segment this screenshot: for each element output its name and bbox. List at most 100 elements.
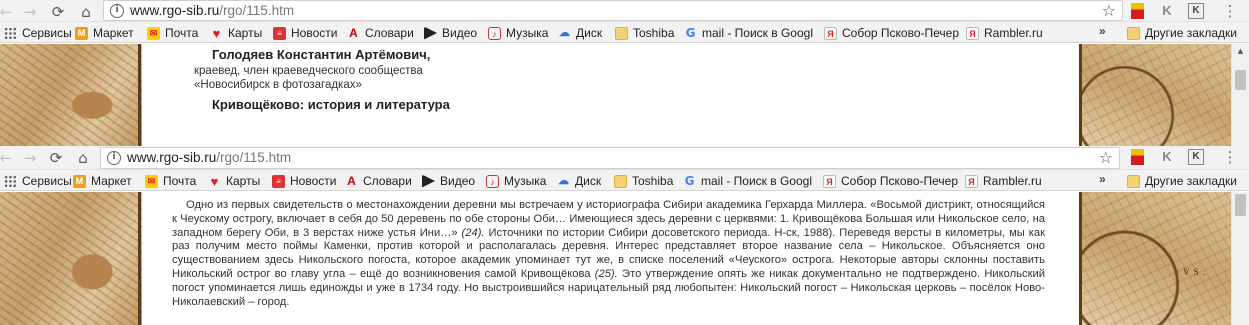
bookmark-disk[interactable]: ☁ Диск bbox=[558, 25, 602, 41]
music-icon: ♪ bbox=[488, 26, 501, 40]
footnote-ref[interactable]: (24). bbox=[462, 227, 485, 239]
news-icon: ≡ bbox=[273, 26, 286, 40]
url-text: www.rgo-sib.ru/rgo/115.htm bbox=[130, 3, 295, 18]
bookmark-market[interactable]: M Маркет bbox=[75, 25, 134, 41]
home-icon[interactable]: ⌂ bbox=[73, 148, 93, 168]
vertical-scrollbar[interactable] bbox=[1231, 192, 1249, 325]
bookmark-toshiba[interactable]: Toshiba bbox=[614, 173, 673, 189]
bookmark-services[interactable]: Сервисы bbox=[4, 25, 72, 41]
address-bar[interactable]: i www.rgo-sib.ru/rgo/115.htm ☆ bbox=[103, 0, 1123, 21]
folder-icon bbox=[615, 26, 628, 40]
flag-extension-icon[interactable] bbox=[1131, 149, 1144, 165]
author-organization: «Новосибирск в фотозагадках» bbox=[194, 79, 362, 91]
map-decoration-left bbox=[0, 192, 142, 325]
bookmark-market[interactable]: M Маркет bbox=[73, 173, 132, 189]
dictionary-icon: A bbox=[349, 25, 358, 40]
address-bar[interactable]: i www.rgo-sib.ru/rgo/115.htm ☆ bbox=[100, 147, 1120, 169]
bookmark-video[interactable]: Видео bbox=[422, 173, 475, 189]
k-box-extension-icon[interactable]: K bbox=[1188, 149, 1204, 165]
map-decoration-right bbox=[1079, 44, 1231, 146]
article-title: Кривощёково: история и литература bbox=[212, 97, 450, 112]
more-bookmarks-button[interactable]: » bbox=[1099, 172, 1106, 186]
forward-arrow-icon[interactable]: → bbox=[20, 148, 40, 168]
bookmark-star-icon[interactable]: ☆ bbox=[1099, 148, 1113, 167]
scroll-up-icon[interactable]: ▲ bbox=[1232, 44, 1249, 58]
bookmarks-bar: Сервисы M Маркет ✉ Почта ♥ Карты ≡ Новости A… bbox=[0, 22, 1249, 43]
bookmark-news[interactable]: ≡ Новости bbox=[273, 25, 337, 41]
bookmark-toshiba[interactable]: Toshiba bbox=[615, 25, 674, 41]
folder-icon bbox=[1127, 174, 1140, 188]
other-bookmarks[interactable]: Другие закладки bbox=[1127, 173, 1237, 189]
article-paragraph: Одно из первых свидетельств о местонахож… bbox=[172, 199, 1046, 308]
url-text: www.rgo-sib.ru/rgo/115.htm bbox=[127, 150, 292, 165]
footnote-ref[interactable]: (25). bbox=[595, 268, 618, 280]
map-decoration-right bbox=[1079, 192, 1231, 325]
bookmark-maps[interactable]: ♥ Карты bbox=[208, 173, 261, 189]
bookmark-video[interactable]: Видео bbox=[424, 25, 477, 41]
page-viewport: V S . Одно из первых свидетельств о мест… bbox=[0, 192, 1249, 325]
bookmark-star-icon[interactable]: ☆ bbox=[1102, 1, 1116, 20]
bookmark-music[interactable]: ♪ Музыка bbox=[488, 25, 548, 41]
author-role: краевед, член краеведческого сообщества bbox=[194, 65, 423, 77]
news-icon: ≡ bbox=[272, 174, 285, 188]
scroll-thumb[interactable] bbox=[1235, 194, 1246, 216]
browser-window-top: ← → ⟳ ⌂ i www.rgo-sib.ru/rgo/115.htm ☆ K… bbox=[0, 0, 1249, 146]
bookmark-services[interactable]: Сервисы bbox=[4, 173, 72, 189]
menu-icon[interactable]: ⋮ bbox=[1222, 3, 1238, 19]
google-icon: G bbox=[685, 25, 696, 40]
bookmark-mail[interactable]: ✉ Почта bbox=[147, 25, 198, 41]
folder-icon bbox=[614, 174, 627, 188]
bookmark-google-search[interactable]: Gmail - Поиск в Googl bbox=[684, 25, 813, 41]
bookmark-sobor[interactable]: Я Собор Псково-Печер bbox=[824, 25, 959, 41]
bookmark-music[interactable]: ♪ Музыка bbox=[486, 173, 546, 189]
bookmarks-bar: Сервисы M Маркет ✉ Почта ♥ Карты ≡ Новости A… bbox=[0, 170, 1249, 191]
back-arrow-icon[interactable]: ← bbox=[0, 148, 16, 168]
home-icon[interactable]: ⌂ bbox=[76, 2, 96, 22]
forward-arrow-icon[interactable]: → bbox=[20, 2, 40, 22]
flag-extension-icon[interactable] bbox=[1131, 3, 1144, 19]
reload-icon[interactable]: ⟳ bbox=[48, 2, 68, 22]
market-icon: M bbox=[73, 174, 86, 188]
disk-icon: ☁ bbox=[558, 174, 569, 187]
page-viewport: Голодяев Константин Артёмович, краевед, … bbox=[0, 44, 1249, 146]
map-label: V S . bbox=[1183, 267, 1207, 277]
disk-icon: ☁ bbox=[559, 26, 570, 39]
map-decoration-left bbox=[0, 44, 142, 146]
bookmark-news[interactable]: ≡ Новости bbox=[272, 173, 336, 189]
apps-grid-icon bbox=[4, 26, 17, 40]
mail-icon: ✉ bbox=[147, 26, 160, 40]
author-name: Голодяев Константин Артёмович, bbox=[212, 47, 431, 62]
bookmark-sobor[interactable]: Я Собор Псково-Печер bbox=[823, 173, 958, 189]
info-icon[interactable]: i bbox=[107, 151, 121, 165]
k-extension-icon[interactable]: K bbox=[1159, 149, 1175, 165]
bookmark-dictionaries[interactable]: A Словари bbox=[345, 173, 412, 189]
k-box-extension-icon[interactable]: K bbox=[1188, 3, 1204, 19]
market-icon: M bbox=[75, 26, 88, 40]
bookmark-mail[interactable]: ✉ Почта bbox=[145, 173, 196, 189]
info-icon[interactable]: i bbox=[110, 4, 124, 18]
more-bookmarks-button[interactable]: » bbox=[1099, 24, 1106, 38]
browser-window-bottom: ← → ⟳ ⌂ i www.rgo-sib.ru/rgo/115.htm ☆ K… bbox=[0, 146, 1249, 325]
yandex-icon: Я bbox=[966, 26, 979, 40]
reload-icon[interactable]: ⟳ bbox=[46, 148, 66, 168]
bookmark-dictionaries[interactable]: A Словари bbox=[347, 25, 414, 41]
yandex-icon: Я bbox=[824, 26, 837, 40]
video-icon bbox=[422, 174, 435, 188]
bookmark-rambler[interactable]: Я Rambler.ru bbox=[966, 25, 1043, 41]
bookmark-google-search[interactable]: Gmail - Поиск в Googl bbox=[683, 173, 812, 189]
vertical-scrollbar[interactable]: ▲ bbox=[1231, 44, 1249, 146]
back-arrow-icon[interactable]: ← bbox=[0, 2, 16, 22]
menu-icon[interactable]: ⋮ bbox=[1222, 149, 1238, 165]
other-bookmarks[interactable]: Другие закладки bbox=[1127, 25, 1237, 41]
divider bbox=[138, 192, 141, 325]
address-toolbar: ← → ⟳ ⌂ i www.rgo-sib.ru/rgo/115.htm ☆ K… bbox=[0, 0, 1249, 22]
music-icon: ♪ bbox=[486, 174, 499, 188]
article-header: Голодяев Константин Артёмович, краевед, … bbox=[150, 44, 1075, 146]
address-toolbar: ← → ⟳ ⌂ i www.rgo-sib.ru/rgo/115.htm ☆ K… bbox=[0, 146, 1249, 170]
bookmark-maps[interactable]: ♥ Карты bbox=[210, 25, 263, 41]
bookmark-disk[interactable]: ☁ Диск bbox=[557, 173, 601, 189]
google-icon: G bbox=[684, 173, 695, 188]
scroll-thumb[interactable] bbox=[1235, 70, 1246, 90]
bookmark-rambler[interactable]: Я Rambler.ru bbox=[965, 173, 1042, 189]
k-extension-icon[interactable]: K bbox=[1159, 3, 1175, 19]
